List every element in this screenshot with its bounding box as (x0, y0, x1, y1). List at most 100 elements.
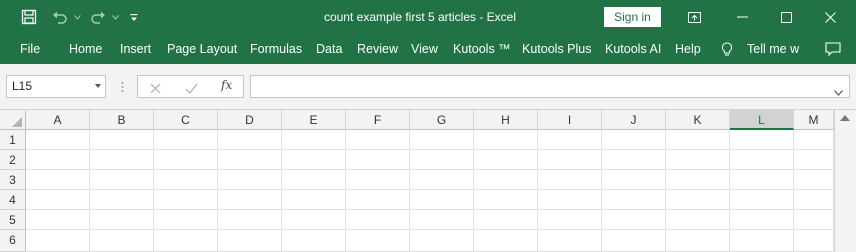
cell-j5[interactable] (602, 210, 666, 230)
tab-insert[interactable]: Insert (120, 34, 151, 64)
cell-g1[interactable] (410, 130, 474, 150)
ribbon-display-icon[interactable] (680, 0, 708, 34)
cell-k4[interactable] (666, 190, 730, 210)
cell-d5[interactable] (218, 210, 282, 230)
row-header-3[interactable]: 3 (0, 170, 26, 190)
maximize-icon[interactable] (772, 0, 800, 34)
cell-l1[interactable] (730, 130, 794, 150)
cell-f1[interactable] (346, 130, 410, 150)
cell-b1[interactable] (90, 130, 154, 150)
cell-g3[interactable] (410, 170, 474, 190)
column-header-k[interactable]: K (666, 110, 730, 130)
name-box[interactable]: L15 (6, 75, 106, 98)
column-header-b[interactable]: B (90, 110, 154, 130)
cell-d2[interactable] (218, 150, 282, 170)
cell-l5[interactable] (730, 210, 794, 230)
cell-c6[interactable] (154, 230, 218, 252)
cell-a3[interactable] (26, 170, 90, 190)
column-header-h[interactable]: H (474, 110, 538, 130)
cell-k6[interactable] (666, 230, 730, 252)
minimize-icon[interactable] (728, 0, 756, 34)
tab-help[interactable]: Help (675, 34, 701, 64)
row-header-2[interactable]: 2 (0, 150, 26, 170)
column-header-l[interactable]: L (730, 110, 794, 130)
cell-h4[interactable] (474, 190, 538, 210)
cell-j3[interactable] (602, 170, 666, 190)
tab-kutools-ai[interactable]: Kutools AI (605, 34, 661, 64)
column-header-m[interactable]: M (794, 110, 834, 130)
cell-a6[interactable] (26, 230, 90, 252)
cell-a4[interactable] (26, 190, 90, 210)
cell-b5[interactable] (90, 210, 154, 230)
formula-input[interactable] (250, 75, 850, 98)
select-all-corner[interactable] (0, 110, 26, 130)
cell-d1[interactable] (218, 130, 282, 150)
scroll-up-icon[interactable] (840, 115, 850, 121)
cell-d4[interactable] (218, 190, 282, 210)
cell-k3[interactable] (666, 170, 730, 190)
cell-e5[interactable] (282, 210, 346, 230)
cell-i2[interactable] (538, 150, 602, 170)
tab-kutools-plus[interactable]: Kutools Plus (522, 34, 591, 64)
row-header-4[interactable]: 4 (0, 190, 26, 210)
cell-b2[interactable] (90, 150, 154, 170)
cell-e1[interactable] (282, 130, 346, 150)
cell-i4[interactable] (538, 190, 602, 210)
cell-j1[interactable] (602, 130, 666, 150)
cell-e4[interactable] (282, 190, 346, 210)
cell-a5[interactable] (26, 210, 90, 230)
column-header-j[interactable]: J (602, 110, 666, 130)
row-header-5[interactable]: 5 (0, 210, 26, 230)
cell-f5[interactable] (346, 210, 410, 230)
column-header-d[interactable]: D (218, 110, 282, 130)
redo-icon[interactable] (86, 0, 110, 34)
cell-k2[interactable] (666, 150, 730, 170)
save-icon[interactable] (14, 0, 44, 34)
cell-m5[interactable] (794, 210, 834, 230)
cell-i3[interactable] (538, 170, 602, 190)
cell-i6[interactable] (538, 230, 602, 252)
cell-f4[interactable] (346, 190, 410, 210)
column-header-a[interactable]: A (26, 110, 90, 130)
redo-dropdown-icon[interactable] (110, 0, 120, 34)
cell-d6[interactable] (218, 230, 282, 252)
tab-file[interactable]: File (20, 34, 40, 64)
enter-icon[interactable] (185, 81, 198, 94)
row-header-1[interactable]: 1 (0, 130, 26, 150)
cell-e3[interactable] (282, 170, 346, 190)
cell-c2[interactable] (154, 150, 218, 170)
tell-me-search[interactable]: Tell me w (747, 34, 799, 64)
cell-a1[interactable] (26, 130, 90, 150)
cell-f3[interactable] (346, 170, 410, 190)
cell-l3[interactable] (730, 170, 794, 190)
cell-k1[interactable] (666, 130, 730, 150)
cell-c3[interactable] (154, 170, 218, 190)
cell-j2[interactable] (602, 150, 666, 170)
cell-l2[interactable] (730, 150, 794, 170)
column-header-f[interactable]: F (346, 110, 410, 130)
cell-h5[interactable] (474, 210, 538, 230)
cell-k5[interactable] (666, 210, 730, 230)
cell-m6[interactable] (794, 230, 834, 252)
cell-j4[interactable] (602, 190, 666, 210)
undo-dropdown-icon[interactable] (72, 0, 82, 34)
cell-c5[interactable] (154, 210, 218, 230)
cell-b4[interactable] (90, 190, 154, 210)
cell-j6[interactable] (602, 230, 666, 252)
cell-g5[interactable] (410, 210, 474, 230)
cell-h1[interactable] (474, 130, 538, 150)
tab-page-layout[interactable]: Page Layout (167, 34, 237, 64)
cell-m1[interactable] (794, 130, 834, 150)
cancel-icon[interactable] (150, 81, 162, 94)
cell-b3[interactable] (90, 170, 154, 190)
cell-i5[interactable] (538, 210, 602, 230)
cell-g2[interactable] (410, 150, 474, 170)
cell-h3[interactable] (474, 170, 538, 190)
cell-e6[interactable] (282, 230, 346, 252)
cell-c1[interactable] (154, 130, 218, 150)
sign-in-button[interactable]: Sign in (604, 7, 661, 27)
column-header-e[interactable]: E (282, 110, 346, 130)
tab-view[interactable]: View (411, 34, 438, 64)
cell-c4[interactable] (154, 190, 218, 210)
cell-a2[interactable] (26, 150, 90, 170)
